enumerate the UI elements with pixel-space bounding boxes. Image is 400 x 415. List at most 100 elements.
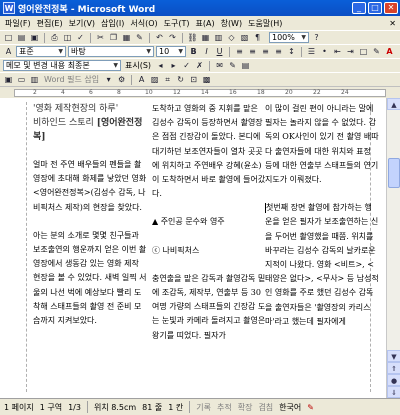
menu-view[interactable]: 보기(V) bbox=[66, 18, 98, 29]
ruler-number: 10 bbox=[145, 89, 153, 96]
status-bar: 1 페이지 1 구역 1/3 위치 8.5cm 81 줄 1 칸 기록 추적 확… bbox=[0, 398, 400, 415]
increase-indent-icon[interactable]: ⇥ bbox=[345, 46, 356, 57]
previous-change-icon[interactable]: ◂ bbox=[155, 60, 166, 71]
horizontal-ruler[interactable]: 2 4 6 8 10 12 14 16 18 20 22 24 bbox=[0, 86, 400, 98]
new-document-icon[interactable]: □ bbox=[3, 32, 14, 43]
font-size-combo[interactable]: 10 ▼ bbox=[156, 46, 186, 57]
show-menu[interactable]: 표시(S) bbox=[123, 60, 153, 71]
spelling-icon[interactable]: ✓ bbox=[75, 32, 86, 43]
menu-bar: 파일(F) 편집(E) 보기(V) 삽입(I) 서식(O) 도구(T) 표(A)… bbox=[0, 16, 400, 30]
reviewing-toolbar: 메모 및 변경 내용 최종본 ▼ 표시(S) ◂ ▸ ✓ ✗ ✉ ✎ ▤ bbox=[0, 58, 400, 72]
italic-icon[interactable]: I bbox=[201, 46, 212, 57]
bullets-icon[interactable]: • bbox=[319, 46, 330, 57]
spelling-status-icon[interactable]: ✎ bbox=[307, 403, 314, 412]
properties-icon[interactable]: ⚙ bbox=[116, 74, 127, 85]
track-changes-icon[interactable]: ✎ bbox=[227, 60, 238, 71]
frame-icon[interactable]: ▥ bbox=[29, 74, 40, 85]
font-color-icon[interactable]: A bbox=[384, 46, 395, 57]
drawing-icon[interactable]: ◇ bbox=[226, 32, 237, 43]
menu-help[interactable]: 도움말(H) bbox=[245, 18, 285, 29]
browse-object-icon[interactable]: ● bbox=[387, 374, 400, 386]
columns-icon[interactable]: ▥ bbox=[213, 32, 224, 43]
underline-icon[interactable]: U bbox=[214, 46, 225, 57]
line-spacing-icon[interactable]: ↕ bbox=[286, 46, 297, 57]
scroll-down-icon[interactable]: ▼ bbox=[387, 350, 400, 362]
track-view-combo[interactable]: 메모 및 변경 내용 최종본 ▼ bbox=[3, 60, 121, 71]
accept-change-icon[interactable]: ✓ bbox=[181, 60, 192, 71]
copy-icon[interactable]: ❐ bbox=[108, 32, 119, 43]
align-left-icon[interactable]: ≡ bbox=[234, 46, 245, 57]
chevron-down-icon: ▼ bbox=[58, 48, 63, 55]
insert-field-label[interactable]: Word 필드 삽입 bbox=[42, 74, 101, 85]
format-painter-icon[interactable]: ✎ bbox=[134, 32, 145, 43]
scroll-thumb[interactable] bbox=[388, 158, 400, 188]
paste-icon[interactable]: ▦ bbox=[121, 32, 132, 43]
previous-page-icon[interactable]: ⇑ bbox=[387, 362, 400, 374]
close-button[interactable]: ✕ bbox=[384, 2, 398, 14]
highlight-icon[interactable]: ✎ bbox=[371, 46, 382, 57]
text-column-1[interactable]: '영화 제작현장의 하루' 비하인드 스토리 [영어완전정복] 얼마 전 주연 … bbox=[33, 102, 147, 342]
scroll-up-icon[interactable]: ▲ bbox=[387, 98, 400, 110]
document-map-icon[interactable]: ▧ bbox=[239, 32, 250, 43]
text-column-2[interactable]: 도착하고 영화의 중 지휘를 맡은 김성수 감독이 등장하면서 촬영장은 점점 … bbox=[152, 102, 266, 357]
vertical-scrollbar[interactable]: ▲ ▼ ⇑ ● ⇓ bbox=[386, 98, 400, 398]
ruler-number: 20 bbox=[285, 89, 293, 96]
ruler-number: 16 bbox=[229, 89, 237, 96]
document-close-icon[interactable]: ✕ bbox=[389, 19, 400, 28]
wordart-icon[interactable]: A bbox=[136, 74, 147, 85]
align-right-icon[interactable]: ≡ bbox=[260, 46, 271, 57]
status-ext[interactable]: 확장 bbox=[238, 402, 253, 413]
standard-toolbar: □ ▤ ▣ ⎙ ◫ ✓ ✂ ❐ ▦ ✎ ↶ ↷ ⛓ ▦ ▥ ◇ ▧ ¶ 100%… bbox=[0, 30, 400, 44]
zoom-combo[interactable]: 100% ▼ bbox=[269, 32, 309, 43]
font-combo[interactable]: 바탕 ▼ bbox=[68, 46, 154, 57]
text-column-3[interactable]: 이 많이 걸린 편이 아니라는 말에 필자는 놀라지 않을 수 없었다. 감독의… bbox=[265, 102, 379, 343]
align-center-icon[interactable]: ≡ bbox=[247, 46, 258, 57]
menu-edit[interactable]: 편집(E) bbox=[34, 18, 66, 29]
reject-change-icon[interactable]: ✗ bbox=[194, 60, 205, 71]
minimize-button[interactable]: _ bbox=[352, 2, 366, 14]
style-combo[interactable]: 표준 ▼ bbox=[16, 46, 66, 57]
article-heading: '영화 제작현장의 하루' 비하인드 스토리 [영어완전정복] bbox=[33, 104, 143, 142]
insert-comment-icon[interactable]: ✉ bbox=[214, 60, 225, 71]
format-picture-icon[interactable]: ▩ bbox=[201, 74, 212, 85]
web-page-icon[interactable]: ▣ bbox=[3, 74, 14, 85]
bold-icon[interactable]: B bbox=[188, 46, 199, 57]
maximize-button[interactable]: □ bbox=[368, 2, 382, 14]
hyperlink-icon[interactable]: ⛓ bbox=[187, 32, 198, 43]
document-page[interactable]: '영화 제작현장의 하루' 비하인드 스토리 [영어완전정복] 얼마 전 주연 … bbox=[0, 98, 386, 398]
reviewing-pane-icon[interactable]: ▤ bbox=[240, 60, 251, 71]
rotate-icon[interactable]: ↻ bbox=[175, 74, 186, 85]
field-dropdown-icon[interactable]: ▾ bbox=[103, 74, 114, 85]
menu-insert[interactable]: 삽입(I) bbox=[98, 18, 127, 29]
show-hide-icon[interactable]: ¶ bbox=[252, 32, 263, 43]
menu-format[interactable]: 서식(O) bbox=[127, 18, 160, 29]
numbering-icon[interactable]: ☰ bbox=[306, 46, 317, 57]
text-box-icon[interactable]: ▭ bbox=[16, 74, 27, 85]
justify-icon[interactable]: ≡ bbox=[273, 46, 284, 57]
status-ovr[interactable]: 겹침 bbox=[258, 402, 273, 413]
print-preview-icon[interactable]: ◫ bbox=[62, 32, 73, 43]
wrap-text-icon[interactable]: ⊡ bbox=[188, 74, 199, 85]
save-icon[interactable]: ▣ bbox=[29, 32, 40, 43]
next-page-icon[interactable]: ⇓ bbox=[387, 386, 400, 398]
crop-icon[interactable]: ⌗ bbox=[162, 74, 173, 85]
word-app-icon[interactable]: W bbox=[3, 2, 15, 14]
picture-icon[interactable]: ▨ bbox=[149, 74, 160, 85]
status-rec[interactable]: 기록 bbox=[196, 402, 211, 413]
border-icon[interactable]: □ bbox=[358, 46, 369, 57]
menu-window[interactable]: 창(W) bbox=[218, 18, 246, 29]
menu-tools[interactable]: 도구(T) bbox=[161, 18, 193, 29]
decrease-indent-icon[interactable]: ⇤ bbox=[332, 46, 343, 57]
styles-pane-icon[interactable]: A bbox=[3, 46, 14, 57]
table-icon[interactable]: ▦ bbox=[200, 32, 211, 43]
cut-icon[interactable]: ✂ bbox=[95, 32, 106, 43]
menu-table[interactable]: 표(A) bbox=[193, 18, 218, 29]
print-icon[interactable]: ⎙ bbox=[49, 32, 60, 43]
status-trk[interactable]: 추적 bbox=[217, 402, 232, 413]
redo-icon[interactable]: ↷ bbox=[167, 32, 178, 43]
menu-file[interactable]: 파일(F) bbox=[2, 18, 34, 29]
next-change-icon[interactable]: ▸ bbox=[168, 60, 179, 71]
undo-icon[interactable]: ↶ bbox=[154, 32, 165, 43]
help-icon[interactable]: ? bbox=[311, 32, 322, 43]
open-folder-icon[interactable]: ▤ bbox=[16, 32, 27, 43]
